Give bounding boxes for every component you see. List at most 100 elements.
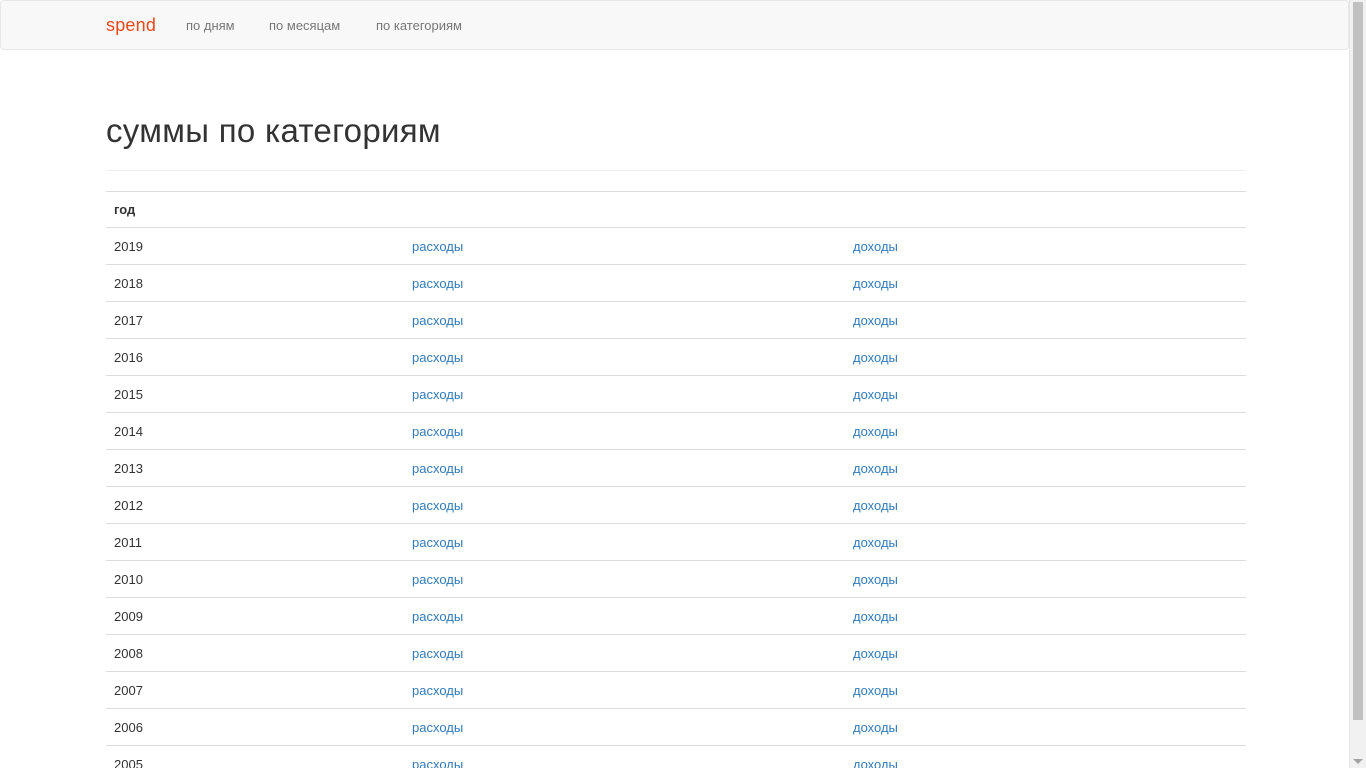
- expenses-link[interactable]: расходы: [412, 424, 463, 439]
- table-row: 2008 расходы доходы: [106, 634, 1246, 672]
- income-link[interactable]: доходы: [853, 313, 898, 328]
- income-link[interactable]: доходы: [853, 276, 898, 291]
- income-link[interactable]: доходы: [853, 387, 898, 402]
- income-link[interactable]: доходы: [853, 646, 898, 661]
- year-cell: 2009: [106, 597, 404, 635]
- expenses-link[interactable]: расходы: [412, 646, 463, 661]
- expenses-cell: расходы: [404, 301, 845, 339]
- expenses-link[interactable]: расходы: [412, 350, 463, 365]
- table-row: 2016 расходы доходы: [106, 338, 1246, 376]
- expenses-cell: расходы: [404, 523, 845, 561]
- income-link[interactable]: доходы: [853, 461, 898, 476]
- income-cell: доходы: [845, 671, 1246, 709]
- income-link[interactable]: доходы: [853, 535, 898, 550]
- expenses-link[interactable]: расходы: [412, 313, 463, 328]
- table-row: 2017 расходы доходы: [106, 301, 1246, 339]
- expenses-cell: расходы: [404, 708, 845, 746]
- income-cell: доходы: [845, 523, 1246, 561]
- expenses-cell: расходы: [404, 634, 845, 672]
- nav-link-by-months[interactable]: по месяцам: [269, 18, 340, 33]
- expenses-cell: расходы: [404, 449, 845, 487]
- year-cell: 2018: [106, 264, 404, 302]
- table-row: 2005 расходы доходы: [106, 745, 1246, 768]
- income-cell: доходы: [845, 745, 1246, 768]
- expenses-cell: расходы: [404, 745, 845, 768]
- title-divider: [106, 170, 1246, 171]
- table-row: 2011 расходы доходы: [106, 523, 1246, 561]
- table-row: 2012 расходы доходы: [106, 486, 1246, 524]
- year-cell: 2006: [106, 708, 404, 746]
- income-cell: доходы: [845, 449, 1246, 487]
- year-cell: 2014: [106, 412, 404, 450]
- expenses-link[interactable]: расходы: [412, 572, 463, 587]
- vertical-scrollbar[interactable]: [1349, 0, 1366, 768]
- income-link[interactable]: доходы: [853, 683, 898, 698]
- year-cell: 2016: [106, 338, 404, 376]
- table-row: 2015 расходы доходы: [106, 375, 1246, 413]
- column-header-year: год: [106, 191, 404, 228]
- income-cell: доходы: [845, 375, 1246, 413]
- year-cell: 2005: [106, 745, 404, 768]
- nav-link-by-categories[interactable]: по категориям: [376, 18, 462, 33]
- table-header: год: [106, 191, 1246, 228]
- year-cell: 2012: [106, 486, 404, 524]
- table-row: 2018 расходы доходы: [106, 264, 1246, 302]
- income-cell: доходы: [845, 486, 1246, 524]
- expenses-link[interactable]: расходы: [412, 239, 463, 254]
- year-cell: 2007: [106, 671, 404, 709]
- income-link[interactable]: доходы: [853, 609, 898, 624]
- income-link[interactable]: доходы: [853, 239, 898, 254]
- income-cell: доходы: [845, 634, 1246, 672]
- income-cell: доходы: [845, 412, 1246, 450]
- scrollbar-thumb[interactable]: [1353, 2, 1363, 720]
- year-cell: 2017: [106, 301, 404, 339]
- brand-link[interactable]: spend: [106, 15, 156, 36]
- table-row: 2006 расходы доходы: [106, 708, 1246, 746]
- table-row: 2010 расходы доходы: [106, 560, 1246, 598]
- income-link[interactable]: доходы: [853, 757, 898, 768]
- expenses-cell: расходы: [404, 560, 845, 598]
- years-table: год 2019 расходы доходы 2018 расходы доходы 20…: [106, 191, 1246, 768]
- scroll-down-arrow-icon[interactable]: [1353, 759, 1363, 764]
- income-link[interactable]: доходы: [853, 424, 898, 439]
- column-header-expenses: [404, 191, 845, 228]
- expenses-link[interactable]: расходы: [412, 757, 463, 768]
- expenses-link[interactable]: расходы: [412, 276, 463, 291]
- income-cell: доходы: [845, 227, 1246, 265]
- table-header-row: год: [106, 191, 1246, 228]
- page-title: суммы по категориям: [106, 112, 441, 149]
- expenses-link[interactable]: расходы: [412, 535, 463, 550]
- table-row: 2007 расходы доходы: [106, 671, 1246, 709]
- expenses-link[interactable]: расходы: [412, 720, 463, 735]
- expenses-link[interactable]: расходы: [412, 609, 463, 624]
- table-row: 2009 расходы доходы: [106, 597, 1246, 635]
- income-cell: доходы: [845, 708, 1246, 746]
- income-cell: доходы: [845, 301, 1246, 339]
- expenses-cell: расходы: [404, 375, 845, 413]
- expenses-link[interactable]: расходы: [412, 461, 463, 476]
- income-link[interactable]: доходы: [853, 350, 898, 365]
- table-row: 2013 расходы доходы: [106, 449, 1246, 487]
- expenses-cell: расходы: [404, 264, 845, 302]
- table-row: 2014 расходы доходы: [106, 412, 1246, 450]
- expenses-link[interactable]: расходы: [412, 387, 463, 402]
- year-cell: 2008: [106, 634, 404, 672]
- expenses-cell: расходы: [404, 486, 845, 524]
- expenses-cell: расходы: [404, 338, 845, 376]
- table-body: 2019 расходы доходы 2018 расходы доходы 2017 ра…: [106, 227, 1246, 768]
- year-cell: 2019: [106, 227, 404, 265]
- years-table-container: год 2019 расходы доходы 2018 расходы доходы 20…: [106, 191, 1246, 768]
- income-link[interactable]: доходы: [853, 498, 898, 513]
- income-link[interactable]: доходы: [853, 572, 898, 587]
- expenses-link[interactable]: расходы: [412, 683, 463, 698]
- year-cell: 2015: [106, 375, 404, 413]
- nav-link-by-days[interactable]: по дням: [186, 18, 235, 33]
- table-row: 2019 расходы доходы: [106, 227, 1246, 265]
- column-header-income: [845, 191, 1246, 228]
- expenses-cell: расходы: [404, 227, 845, 265]
- income-link[interactable]: доходы: [853, 720, 898, 735]
- income-cell: доходы: [845, 560, 1246, 598]
- income-cell: доходы: [845, 264, 1246, 302]
- year-cell: 2010: [106, 560, 404, 598]
- expenses-link[interactable]: расходы: [412, 498, 463, 513]
